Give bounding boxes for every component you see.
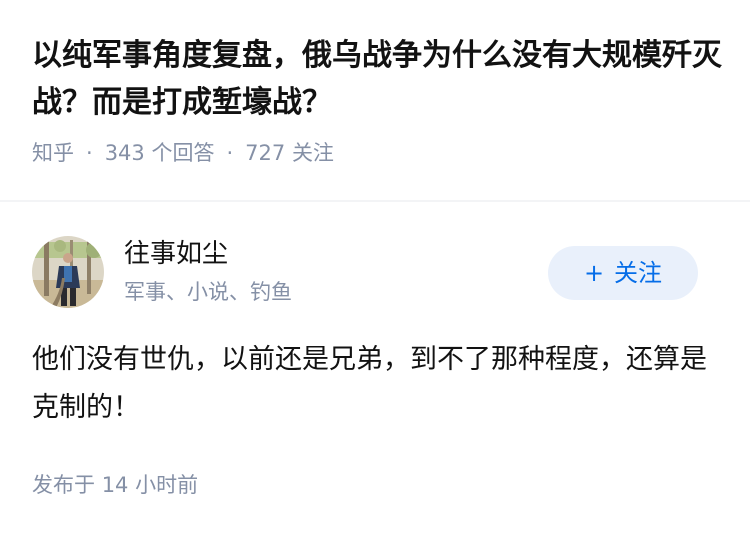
- author-name[interactable]: 往事如尘: [124, 236, 228, 272]
- answer-count-label: 个回答: [151, 141, 215, 165]
- avatar-photo-icon: [32, 236, 104, 308]
- publish-time-value: 14 小时前: [101, 473, 199, 497]
- answer-count-link[interactable]: 343 个回答: [105, 141, 215, 165]
- question-header: 以纯军事角度复盘，俄乌战争为什么没有大规模歼灭战？而是打成堑壕战？ 知乎 · 343…: [32, 32, 722, 168]
- answer-content: 他们没有世仇，以前还是兄弟，到不了那种程度，还算是克制的！: [32, 344, 707, 423]
- publish-time-prefix: 发布于: [32, 473, 95, 497]
- source-label[interactable]: 知乎: [32, 141, 74, 165]
- follow-label: 关注: [614, 259, 663, 287]
- follower-count-link[interactable]: 727 关注: [245, 141, 334, 165]
- question-title[interactable]: 以纯军事角度复盘，俄乌战争为什么没有大规模歼灭战？而是打成堑壕战？: [32, 32, 722, 126]
- publish-time: 发布于 14 小时前: [32, 470, 198, 500]
- avatar[interactable]: [32, 236, 104, 308]
- follower-count-label: 关注: [291, 141, 334, 165]
- section-divider: [0, 200, 750, 202]
- answer-page: 以纯军事角度复盘，俄乌战争为什么没有大规模歼灭战？而是打成堑壕战？ 知乎 · 343…: [0, 0, 750, 538]
- plus-icon: +: [583, 259, 605, 287]
- author-info: 往事如尘 军事、小说、钓鱼 + 关注: [32, 236, 722, 308]
- meta-separator: ·: [86, 141, 93, 165]
- meta-separator: ·: [226, 141, 234, 165]
- author-bio: 军事、小说、钓鱼: [124, 280, 292, 304]
- question-meta: 知乎 · 343 个回答 · 727 关注: [32, 138, 722, 168]
- answer-count: 343: [104, 141, 145, 165]
- follow-button[interactable]: + 关注: [548, 246, 698, 300]
- follower-count: 727: [245, 141, 286, 165]
